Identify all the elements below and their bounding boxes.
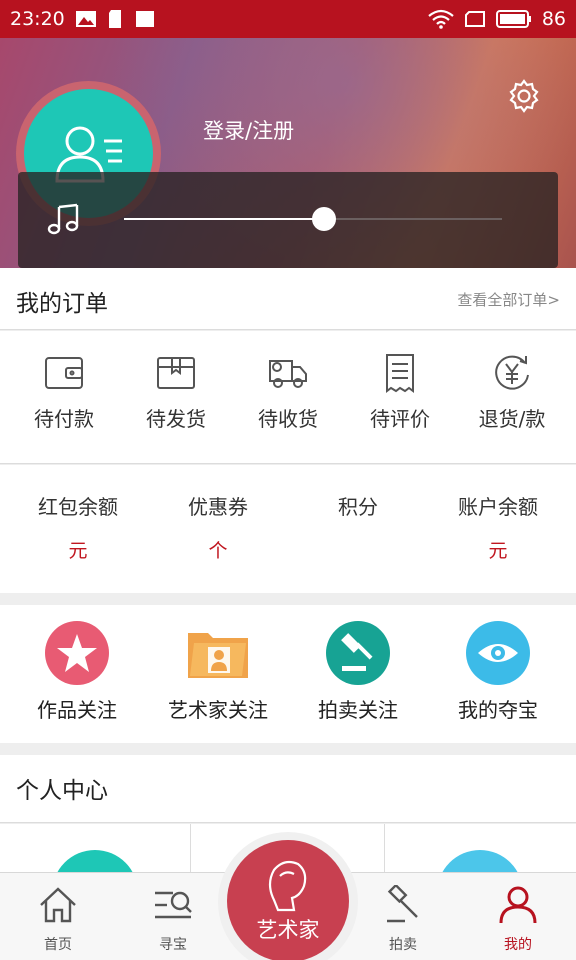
nav-mine[interactable]: 我的 [463,873,573,960]
status-time: 23:20 [10,8,65,30]
login-register-link[interactable]: 登录/注册 [203,115,294,145]
balance-unit: 元 [68,540,88,562]
music-progress-fill [124,218,325,220]
star-icon [45,621,109,685]
coupon-balance[interactable]: 优惠券 个 [148,465,288,593]
nav-label: 寻宝 [159,937,187,953]
battery-level: 86 [541,8,566,30]
eye-icon [466,621,530,685]
truck-icon [269,360,307,388]
follow-label: 我的夺宝 [458,698,538,722]
balance-label: 优惠券 [188,495,248,519]
grid-divider [384,824,385,874]
points-balance[interactable]: 积分 [288,465,428,593]
music-player [18,172,558,268]
follow-label: 艺术家关注 [168,698,268,722]
nav-artist-button[interactable]: 艺术家 [227,840,349,960]
battery-icon [495,10,531,28]
order-pending-receipt[interactable]: 待收货 [232,331,344,464]
auction-follow[interactable]: 拍卖关注 [286,605,430,743]
follow-row: 作品关注 艺术家关注 拍卖关注 我的夺宝 [0,605,576,743]
balance-label: 红包余额 [38,495,118,519]
order-label: 待发货 [146,407,206,431]
receipt-icon [386,354,414,393]
balance-unit: 元 [488,540,508,562]
nav-auction[interactable]: 拍卖 [348,873,458,960]
image-icon [75,11,96,27]
balance-unit: 个 [208,540,228,562]
balance-label: 账户余额 [458,495,538,519]
order-refund[interactable]: 退货/款 [456,331,568,464]
order-label: 待付款 [34,407,94,431]
view-all-orders-link[interactable]: 查看全部订单> [457,289,560,310]
wallet-icon [45,357,83,389]
order-pending-review[interactable]: 待评价 [344,331,456,464]
artist-follow[interactable]: 艺术家关注 [146,605,290,743]
orders-status-row: 待付款 待发货 待收货 待评价 退货/款 [0,331,576,464]
order-pending-shipment[interactable]: 待发货 [120,331,232,464]
nav-label: 我的 [504,937,532,953]
signal-icon [464,11,485,27]
nav-label: 首页 [44,937,72,953]
wifi-icon [428,9,454,29]
balance-label: 积分 [338,495,378,519]
follow-label: 拍卖关注 [318,698,398,722]
order-label: 退货/款 [478,407,546,431]
nav-treasure[interactable]: 寻宝 [118,873,228,960]
gavel-icon [387,885,418,923]
order-pending-payment[interactable]: 待付款 [8,331,120,464]
gavel-icon [326,621,390,685]
my-treasure[interactable]: 我的夺宝 [426,605,570,743]
red-packet-balance[interactable]: 红包余额 元 [8,465,148,593]
balance-row: 红包余额 元 优惠券 个 积分 账户余额 元 [0,465,576,593]
refund-icon [495,355,529,390]
grid-divider [190,824,191,874]
clapper-icon [135,11,154,27]
personal-center-header: 个人中心 [0,755,576,823]
order-label: 待收货 [258,407,318,431]
personal-center-title: 个人中心 [16,778,108,804]
nav-label: 拍卖 [389,937,417,953]
nav-label: 艺术家 [256,918,320,942]
sim-icon [108,10,121,28]
home-icon [40,887,76,923]
artist-icon [268,860,307,912]
orders-header: 我的订单 查看全部订单> [0,268,576,330]
user-icon [499,886,537,924]
gear-icon[interactable] [506,78,542,114]
music-note-icon[interactable] [46,202,80,236]
search-list-icon [155,891,192,919]
box-icon [157,357,195,389]
music-progress-track[interactable] [124,207,502,231]
profile-header: 登录/注册 [0,38,576,268]
status-bar: 23:20 86 [0,0,576,38]
follow-label: 作品关注 [37,698,117,722]
music-progress-thumb[interactable] [312,207,337,231]
folder-person-icon [186,621,250,685]
works-follow[interactable]: 作品关注 [5,605,149,743]
orders-title: 我的订单 [16,291,108,317]
nav-home[interactable]: 首页 [3,873,113,960]
account-balance[interactable]: 账户余额 元 [428,465,568,593]
order-label: 待评价 [370,407,430,431]
